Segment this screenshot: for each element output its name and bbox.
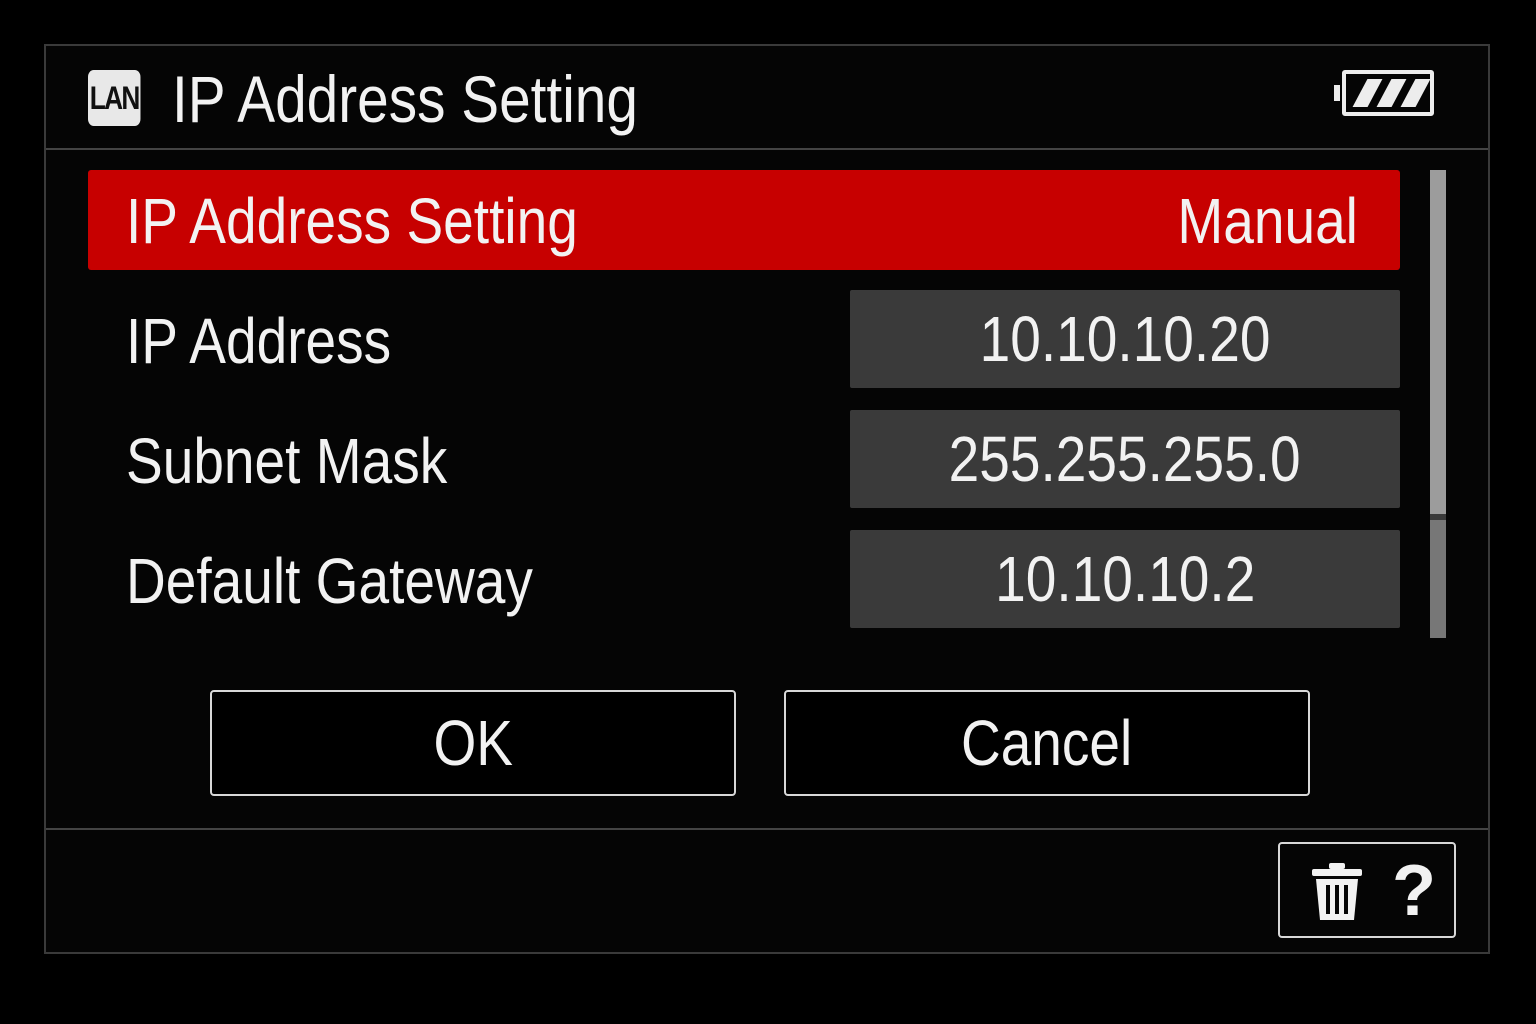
subnet-mask-value: 255.255.255.0 bbox=[949, 423, 1301, 495]
trash-icon[interactable] bbox=[1310, 862, 1364, 922]
menu-item-subnet-mask[interactable]: Subnet Mask 255.255.255.0 bbox=[88, 410, 1400, 510]
menu-item-label: IP Address bbox=[126, 305, 392, 377]
ip-mode-value: Manual bbox=[1177, 185, 1358, 257]
menu-item-label: Subnet Mask bbox=[126, 425, 448, 497]
lan-badge-icon: LAN bbox=[88, 70, 141, 126]
footer-divider bbox=[46, 828, 1488, 830]
scrollbar[interactable] bbox=[1430, 170, 1446, 638]
footer-action-box: ? bbox=[1278, 842, 1456, 938]
ip-address-field[interactable]: 10.10.10.20 bbox=[850, 290, 1400, 388]
menu-item-ip-address[interactable]: IP Address 10.10.10.20 bbox=[88, 290, 1400, 390]
page-title: IP Address Setting bbox=[172, 62, 638, 136]
menu-item-label: IP Address Setting bbox=[126, 185, 578, 257]
cancel-button-label: Cancel bbox=[961, 707, 1133, 779]
battery-full-icon bbox=[1334, 70, 1434, 116]
menu-item-label: Default Gateway bbox=[126, 545, 533, 617]
scrollbar-track-lower bbox=[1430, 520, 1446, 638]
cancel-button[interactable]: Cancel bbox=[784, 690, 1310, 796]
default-gateway-field[interactable]: 10.10.10.2 bbox=[850, 530, 1400, 628]
ok-button[interactable]: OK bbox=[210, 690, 736, 796]
menu-item-ip-address-setting[interactable]: IP Address Setting Manual bbox=[88, 170, 1400, 270]
header-bar: LAN IP Address Setting bbox=[46, 46, 1488, 150]
scrollbar-thumb[interactable] bbox=[1430, 170, 1446, 514]
help-icon[interactable]: ? bbox=[1392, 850, 1436, 932]
default-gateway-value: 10.10.10.2 bbox=[994, 543, 1256, 615]
ok-button-label: OK bbox=[433, 707, 513, 779]
settings-dialog: LAN IP Address Setting IP Address Settin… bbox=[44, 44, 1490, 954]
ip-address-value: 10.10.10.20 bbox=[979, 303, 1271, 375]
subnet-mask-field[interactable]: 255.255.255.0 bbox=[850, 410, 1400, 508]
menu-item-default-gateway[interactable]: Default Gateway 10.10.10.2 bbox=[88, 530, 1400, 630]
